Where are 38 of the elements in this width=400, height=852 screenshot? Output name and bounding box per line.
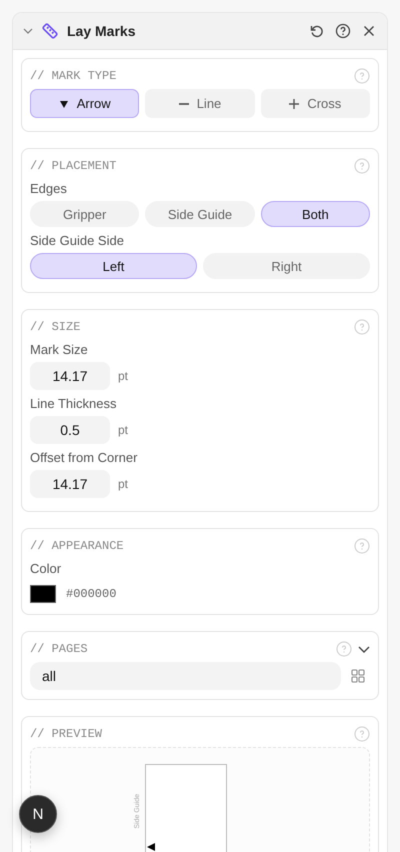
color-swatch[interactable] bbox=[30, 585, 56, 603]
option-button[interactable]: Gripper bbox=[30, 201, 140, 227]
option-button[interactable]: Left bbox=[30, 253, 197, 279]
field-label: Offset from Corner bbox=[30, 450, 138, 465]
chevron-down-icon[interactable] bbox=[358, 646, 370, 652]
section-title: // MARK TYPE bbox=[30, 69, 116, 83]
pages-field[interactable]: all bbox=[30, 662, 341, 690]
grid-icon[interactable] bbox=[351, 669, 365, 683]
section-title: // APPEARANCE bbox=[30, 539, 124, 553]
section-title: // PAGES bbox=[30, 642, 88, 656]
unit-label: pt bbox=[118, 477, 128, 491]
option-button[interactable]: Right bbox=[203, 253, 370, 279]
arrow-mark-icon bbox=[147, 843, 155, 851]
ruler-icon bbox=[41, 22, 59, 40]
triangle-down-icon bbox=[58, 98, 69, 108]
field-label: Edges bbox=[30, 181, 68, 196]
number-field[interactable]: 14.17 bbox=[30, 470, 110, 498]
unit-label: pt bbox=[118, 369, 128, 383]
field-label: Mark Size bbox=[30, 342, 89, 357]
reset-icon[interactable] bbox=[309, 23, 325, 39]
help-icon[interactable] bbox=[335, 23, 351, 39]
option-button[interactable]: Cross bbox=[260, 89, 370, 118]
option-button[interactable]: Both bbox=[260, 201, 370, 227]
panel-title: Lay Marks bbox=[67, 23, 136, 39]
color-value: #000000 bbox=[66, 587, 116, 601]
option-button[interactable]: Side Guide bbox=[145, 201, 255, 227]
field-label: Line Thickness bbox=[30, 396, 118, 411]
plus-icon bbox=[289, 98, 300, 108]
number-field[interactable]: 14.17 bbox=[30, 362, 110, 390]
number-field[interactable]: 0.5 bbox=[30, 416, 110, 444]
option-button[interactable]: Line bbox=[145, 89, 255, 118]
field-label: Color bbox=[30, 561, 62, 576]
field-label: Side Guide Side bbox=[30, 233, 125, 248]
section-title: // PLACEMENT bbox=[30, 159, 116, 173]
section-title: // PREVIEW bbox=[30, 727, 102, 741]
unit-label: pt bbox=[118, 423, 128, 437]
option-button[interactable]: Arrow bbox=[30, 89, 140, 118]
section-title: // SIZE bbox=[30, 320, 80, 334]
